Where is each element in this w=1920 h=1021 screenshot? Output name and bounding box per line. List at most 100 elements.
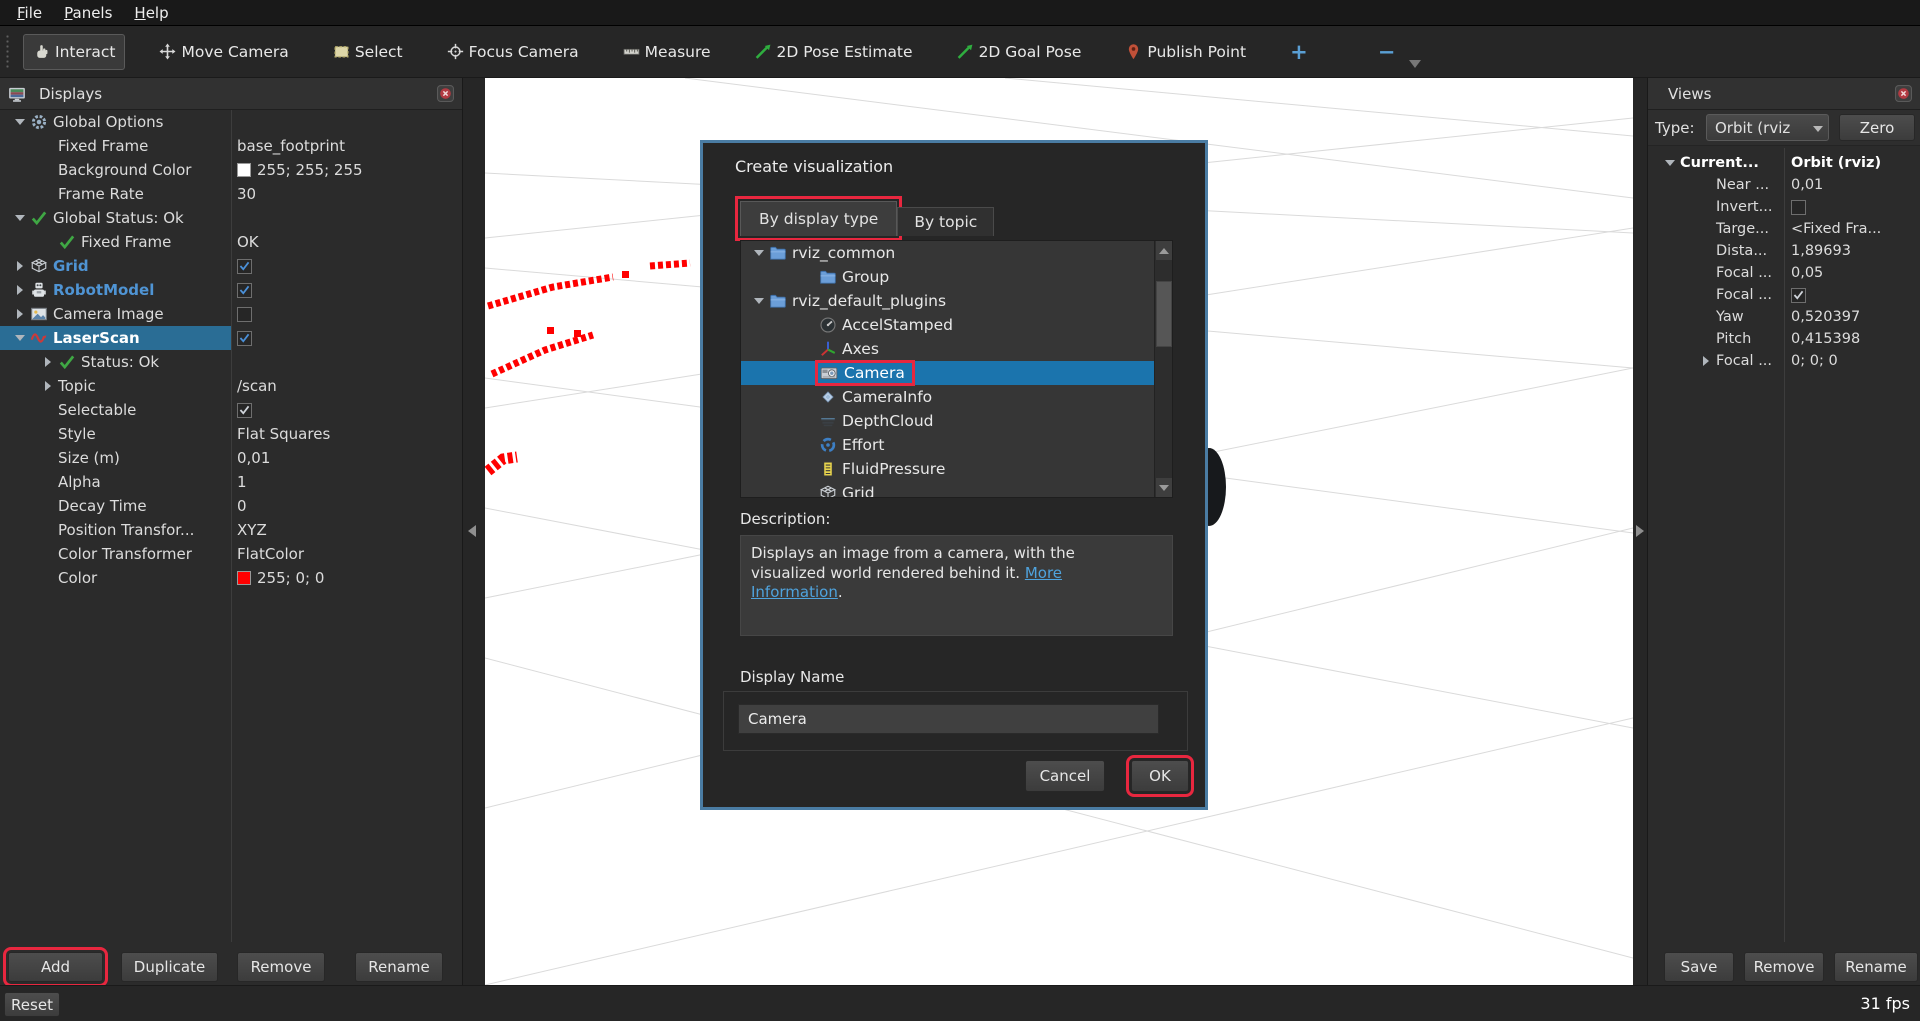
close-displays-panel-icon[interactable] (437, 85, 454, 102)
displays-row-topic[interactable]: Topic/scan (0, 374, 462, 398)
remove-view-button[interactable]: Remove (1744, 952, 1824, 982)
tool-measure[interactable]: Measure (613, 34, 721, 70)
views-row-targe[interactable]: Targe...<Fixed Fra... (1648, 218, 1920, 240)
tool-interact[interactable]: Interact (23, 34, 125, 70)
displays-row-color[interactable]: Color255; 0; 0 (0, 566, 462, 590)
views-row-focal[interactable]: Focal ...0; 0; 0 (1648, 350, 1920, 372)
collapse-left-panel-arrow-icon[interactable] (468, 525, 476, 537)
tool-select[interactable]: Select (323, 34, 413, 70)
displays-row-position-transfor[interactable]: Position Transfor...XYZ (0, 518, 462, 542)
row-value[interactable] (237, 307, 252, 322)
expander-down-icon[interactable] (15, 119, 25, 125)
expander-down-icon[interactable] (754, 298, 764, 304)
checkbox[interactable] (1791, 200, 1806, 215)
plugin-row-rviz-default-plugins[interactable]: rviz_default_plugins (741, 289, 1172, 313)
chevron-down-icon[interactable] (1409, 60, 1421, 68)
row-value[interactable] (237, 331, 252, 346)
displays-row-camera-image[interactable]: Camera Image (0, 302, 462, 326)
checkbox[interactable] (237, 259, 252, 274)
checkbox[interactable] (237, 331, 252, 346)
row-value[interactable] (237, 403, 252, 418)
expander-right-icon[interactable] (1703, 356, 1709, 366)
tool-publish-point[interactable]: Publish Point (1115, 34, 1256, 70)
displays-row-style[interactable]: StyleFlat Squares (0, 422, 462, 446)
checkbox[interactable] (237, 403, 252, 418)
expander-down-icon[interactable] (754, 250, 764, 256)
menu-help[interactable]: Help (123, 1, 179, 25)
scrollbar-thumb[interactable] (1156, 281, 1172, 347)
displays-row-alpha[interactable]: Alpha1 (0, 470, 462, 494)
row-value[interactable]: 255; 255; 255 (237, 161, 363, 179)
displays-row-status-ok[interactable]: Status: Ok (0, 350, 462, 374)
expander-down-icon[interactable] (1665, 160, 1675, 166)
plugin-row-axes[interactable]: Axes (741, 337, 1172, 361)
views-row-current[interactable]: Current...Orbit (rviz) (1648, 152, 1920, 174)
add-tool-button[interactable]: + (1280, 38, 1318, 66)
tab-by-display-type[interactable]: By display type (740, 201, 897, 236)
cancel-button[interactable]: Cancel (1025, 760, 1105, 792)
views-row-focal[interactable]: Focal ... (1648, 284, 1920, 306)
tree-scrollbar[interactable] (1154, 241, 1172, 497)
save-view-button[interactable]: Save (1664, 952, 1734, 982)
views-row-invert[interactable]: Invert... (1648, 196, 1920, 218)
reset-button[interactable]: Reset (4, 992, 60, 1017)
views-row-dista[interactable]: Dista...1,89693 (1648, 240, 1920, 262)
remove-tool-button[interactable]: − (1368, 38, 1406, 66)
displays-row-grid[interactable]: Grid (0, 254, 462, 278)
displays-row-background-color[interactable]: Background Color255; 255; 255 (0, 158, 462, 182)
plugin-row-grid[interactable]: Grid (741, 481, 1172, 498)
row-value[interactable] (1791, 288, 1806, 303)
plugin-row-accelstamped[interactable]: AccelStamped (741, 313, 1172, 337)
views-row-near[interactable]: Near ...0,01 (1648, 174, 1920, 196)
expander-right-icon[interactable] (17, 309, 23, 319)
toolbar-drag-handle-icon[interactable] (5, 34, 11, 70)
row-value[interactable]: 255; 0; 0 (237, 569, 324, 587)
views-row-yaw[interactable]: Yaw0,520397 (1648, 306, 1920, 328)
duplicate-display-button[interactable]: Duplicate (121, 952, 218, 982)
plugin-row-rviz-common[interactable]: rviz_common (741, 241, 1172, 265)
displays-row-fixed-frame[interactable]: Fixed FrameOK (0, 230, 462, 254)
rename-display-button[interactable]: Rename (355, 952, 443, 982)
plugin-row-camerainfo[interactable]: CameraInfo (741, 385, 1172, 409)
close-views-panel-icon[interactable] (1895, 85, 1912, 102)
checkbox[interactable] (1791, 288, 1806, 303)
expander-right-icon[interactable] (45, 357, 51, 367)
tool-2d-goal-pose[interactable]: 2D Goal Pose (947, 34, 1092, 70)
tool-2d-pose-estimate[interactable]: 2D Pose Estimate (745, 34, 923, 70)
checkbox[interactable] (237, 307, 252, 322)
plugin-row-effort[interactable]: Effort (741, 433, 1172, 457)
scroll-down-icon[interactable] (1156, 478, 1172, 497)
checkbox[interactable] (237, 283, 252, 298)
zero-button[interactable]: Zero (1839, 114, 1915, 141)
displays-row-global-status-ok[interactable]: Global Status: Ok (0, 206, 462, 230)
plugin-row-depthcloud[interactable]: DepthCloud (741, 409, 1172, 433)
scroll-up-icon[interactable] (1156, 241, 1172, 260)
expander-right-icon[interactable] (17, 285, 23, 295)
displays-row-laserscan[interactable]: LaserScan (0, 326, 462, 350)
displays-row-size-m[interactable]: Size (m)0,01 (0, 446, 462, 470)
expander-right-icon[interactable] (45, 381, 51, 391)
view-type-dropdown[interactable]: Orbit (rviz (1706, 114, 1829, 141)
displays-row-fixed-frame[interactable]: Fixed Framebase_footprint (0, 134, 462, 158)
color-swatch[interactable] (237, 163, 251, 177)
ok-button[interactable]: OK (1131, 760, 1189, 792)
displays-row-decay-time[interactable]: Decay Time0 (0, 494, 462, 518)
displays-row-color-transformer[interactable]: Color TransformerFlatColor (0, 542, 462, 566)
display-name-input[interactable] (738, 704, 1159, 734)
row-value[interactable] (237, 259, 252, 274)
tab-by-topic[interactable]: By topic (897, 207, 994, 236)
displays-row-selectable[interactable]: Selectable (0, 398, 462, 422)
views-row-focal[interactable]: Focal ...0,05 (1648, 262, 1920, 284)
collapse-right-panel-arrow-icon[interactable] (1636, 525, 1644, 537)
displays-row-robotmodel[interactable]: RobotModel (0, 278, 462, 302)
tool-move-camera[interactable]: Move Camera (149, 34, 298, 70)
plugin-row-group[interactable]: Group (741, 265, 1172, 289)
expander-right-icon[interactable] (17, 261, 23, 271)
row-value[interactable] (1791, 200, 1806, 215)
rename-view-button[interactable]: Rename (1834, 952, 1918, 982)
menu-panels[interactable]: Panels (53, 1, 123, 25)
plugin-row-fluidpressure[interactable]: FluidPressure (741, 457, 1172, 481)
displays-row-global-options[interactable]: Global Options (0, 110, 462, 134)
row-value[interactable] (237, 283, 252, 298)
displays-row-frame-rate[interactable]: Frame Rate30 (0, 182, 462, 206)
